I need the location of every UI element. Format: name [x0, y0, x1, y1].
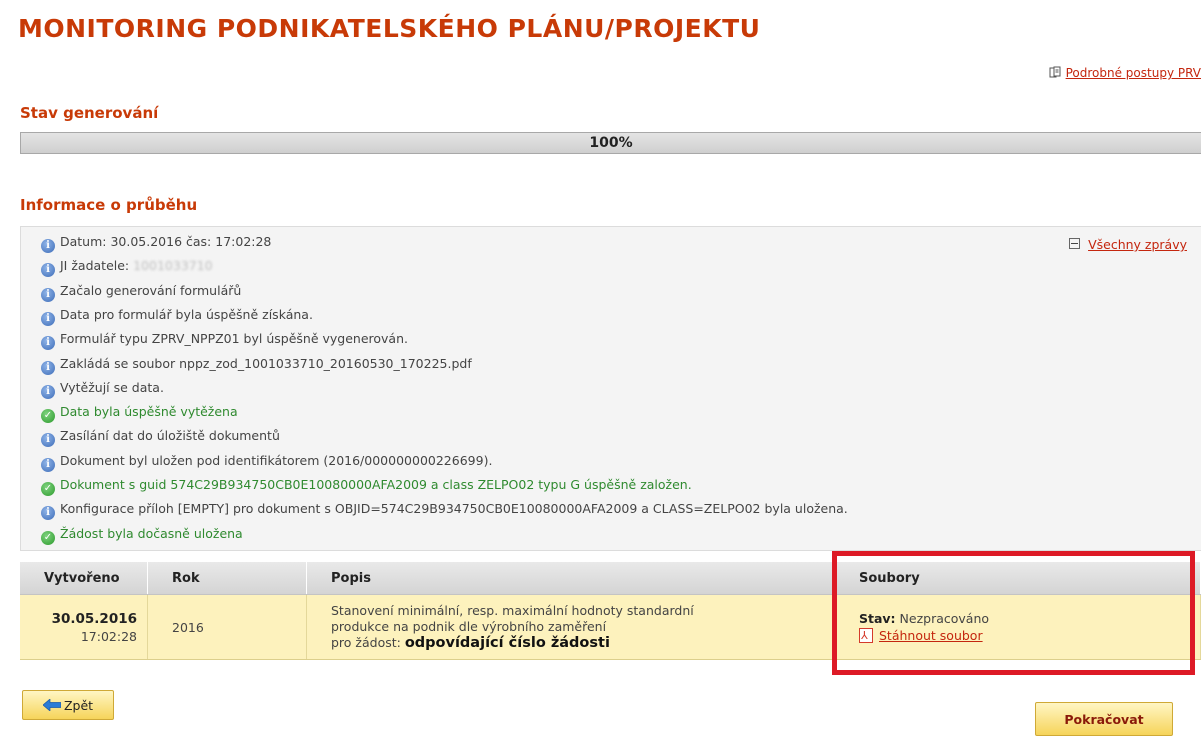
info-icon: i	[41, 263, 55, 278]
log-message: i JI žadatele: 1001033710	[41, 257, 213, 278]
log-message-text: Data pro formulář byla úspěšně získána.	[60, 306, 313, 322]
log-panel: Všechny zprávy i Datum: 30.05.2016 čas: 1…	[20, 226, 1201, 551]
log-message: i Zakládá se soubor nppz_zod_1001033710_2…	[41, 355, 472, 375]
log-message: ✓ Žádost byla dočasně uložena	[41, 525, 243, 545]
info-icon: i	[41, 287, 55, 302]
log-message: i Dokument byl uložen pod identifikátorem…	[41, 452, 493, 472]
procedures-link[interactable]: Podrobné postupy PRV	[1066, 66, 1201, 80]
log-message-text: Formulář typu ZPRV_NPPZ01 byl úspěšně vy…	[60, 331, 408, 347]
description-line-1: Stanovení minimální, resp. maximální hod…	[331, 603, 694, 618]
download-file[interactable]: Stáhnout soubor	[859, 627, 1199, 644]
log-message: i Zasílání dat do úložiště dokumentů	[41, 427, 280, 448]
info-icon: i	[41, 336, 55, 351]
column-header-year: Rok	[147, 562, 307, 595]
log-message: i Data pro formulář byla úspěšně získána.	[41, 306, 313, 326]
all-messages-toggle[interactable]: Všechny zprávy	[1069, 237, 1187, 252]
download-file-link[interactable]: Stáhnout soubor	[879, 628, 983, 643]
success-check-icon: ✓	[41, 530, 55, 545]
documents-icon	[1049, 66, 1061, 78]
log-message-text: Zakládá se soubor nppz_zod_1001033710_20…	[60, 355, 472, 371]
info-icon: i	[41, 433, 55, 448]
log-message: i Konfigurace příloh [EMPTY] pro dokument…	[41, 500, 848, 521]
log-message-text: Žádost byla dočasně uložena	[60, 525, 243, 541]
continue-button-label: Pokračovat	[1064, 711, 1144, 727]
pdf-icon[interactable]	[859, 627, 873, 644]
generation-heading: Stav generování	[20, 104, 159, 122]
log-message-prefix: JI žadatele:	[60, 258, 134, 274]
log-message: ✓ Data byla úspěšně vytěžena	[41, 403, 238, 424]
back-button[interactable]: Zpět	[22, 690, 114, 720]
status-label: Stav:	[859, 611, 896, 626]
description-line-3: pro žádost: odpovídající číslo žádosti	[331, 635, 833, 651]
cell-files: Stav: Nezpracováno Stáhnout soubor	[834, 594, 1201, 660]
procedures-link-container[interactable]: Podrobné postupy PRV	[1049, 66, 1201, 80]
file-status: Stav: Nezpracováno	[859, 610, 1199, 627]
log-message: ✓ Dokument s guid 574C29B934750CB0E100800…	[41, 476, 692, 496]
info-icon: i	[41, 506, 55, 521]
log-message: i Vytěžují se data.	[41, 379, 164, 399]
table-header-row: Vytvořeno Rok Popis Soubory	[20, 562, 1201, 595]
cell-created: 30.05.2016 17:02:28	[20, 594, 148, 660]
description-prefix: pro žádost:	[331, 635, 405, 650]
page-title: MONITORING PODNIKATELSKÉHO PLÁNU/PROJEKT…	[18, 14, 761, 43]
log-message-text: Data byla úspěšně vytěžena	[60, 404, 238, 420]
log-message: i Datum: 30.05.2016 čas: 17:02:28	[41, 233, 272, 253]
continue-button[interactable]: Pokračovat	[1035, 702, 1173, 736]
all-messages-link[interactable]: Všechny zprávy	[1088, 237, 1187, 252]
description-line-2: produkce na podnik dle výrobního zaměřen…	[331, 619, 607, 634]
files-table: Vytvořeno Rok Popis Soubory 30.05.2016 1…	[20, 562, 1201, 660]
created-time: 17:02:28	[80, 628, 137, 644]
log-message-text: Začalo generování formulářů	[60, 282, 242, 298]
column-header-created: Vytvořeno	[20, 562, 148, 595]
application-number-placeholder: odpovídající číslo žádosti	[404, 635, 610, 651]
log-message-text: Datum: 30.05.2016 čas: 17:02:28	[60, 234, 272, 249]
success-check-icon: ✓	[41, 409, 55, 424]
progress-text: 100%	[589, 135, 633, 151]
column-header-files: Soubory	[834, 562, 1201, 595]
info-icon: i	[41, 239, 55, 253]
table-row: 30.05.2016 17:02:28 2016 Stanovení minim…	[20, 594, 1201, 660]
info-icon: i	[41, 311, 55, 326]
info-icon: i	[41, 384, 55, 399]
log-message-text: Konfigurace příloh [EMPTY] pro dokument …	[60, 501, 848, 517]
cell-description: Stanovení minimální, resp. maximální hod…	[306, 594, 835, 660]
success-check-icon: ✓	[41, 482, 55, 496]
log-message-text: Dokument s guid 574C29B934750CB0E1008000…	[60, 477, 692, 492]
arrow-left-icon	[42, 699, 61, 711]
cell-year: 2016	[147, 594, 307, 660]
progress-bar: 100%	[20, 132, 1201, 154]
log-message: i Formulář typu ZPRV_NPPZ01 byl úspěšně v…	[41, 330, 408, 351]
log-message-text: Vytěžují se data.	[60, 379, 164, 395]
log-message-text: Dokument byl uložen pod identifikátorem …	[60, 452, 493, 468]
info-icon: i	[41, 457, 55, 472]
applicant-id-redacted: 1001033710	[133, 258, 213, 274]
info-icon: i	[41, 360, 55, 375]
log-message: i Začalo generování formulářů	[41, 282, 242, 302]
back-button-label: Zpět	[63, 697, 94, 713]
column-header-description: Popis	[306, 562, 835, 595]
log-heading: Informace o průběhu	[20, 196, 198, 214]
status-value: Nezpracováno	[899, 611, 990, 626]
log-message-text: Zasílání dat do úložiště dokumentů	[60, 428, 280, 444]
created-date: 30.05.2016	[51, 610, 137, 627]
collapse-icon[interactable]	[1069, 238, 1081, 249]
